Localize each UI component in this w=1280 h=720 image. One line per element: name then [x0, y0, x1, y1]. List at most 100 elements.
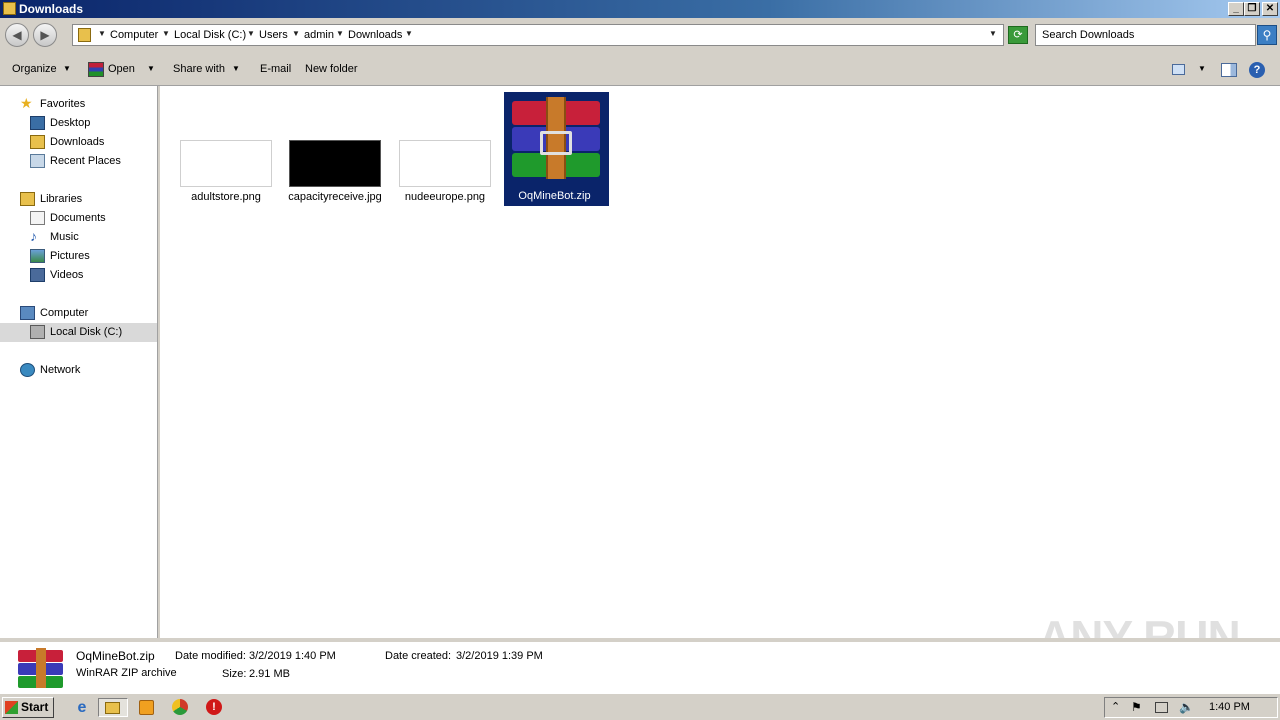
details-file-type: WinRAR ZIP archive	[76, 667, 177, 679]
back-button[interactable]: ◀	[5, 23, 29, 47]
size-label: Size:	[222, 668, 247, 680]
address-history-dropdown[interactable]: ▼	[989, 29, 997, 38]
forward-button[interactable]: ▶	[33, 23, 57, 47]
breadcrumb-users[interactable]: Users	[259, 29, 288, 41]
chevron-down-icon[interactable]: ▼	[336, 29, 344, 38]
system-tray: ⌃ ⚑ 🔈 1:40 PM	[1104, 697, 1278, 718]
file-name: adultstore.png	[191, 191, 261, 203]
file-name: nudeeurope.png	[404, 191, 486, 203]
sidebar-item-label: Computer	[40, 307, 89, 319]
search-icon[interactable]: ⚲	[1257, 25, 1277, 45]
file-item[interactable]: adultstore.png	[171, 136, 281, 206]
chevron-down-icon[interactable]: ▼	[1198, 64, 1206, 73]
chevron-down-icon[interactable]: ▼	[162, 29, 170, 38]
sidebar-item-downloads[interactable]: Downloads	[0, 133, 157, 152]
new-folder-button[interactable]: New folder	[305, 63, 358, 75]
breadcrumb-computer[interactable]: Computer	[110, 29, 158, 41]
sidebar-item-pictures[interactable]: Pictures	[0, 247, 157, 266]
open-button[interactable]: Open	[108, 63, 135, 75]
sidebar-item-documents[interactable]: Documents	[0, 209, 157, 228]
chevron-down-icon[interactable]: ▼	[232, 64, 240, 73]
media-player-icon[interactable]	[137, 698, 157, 717]
chevron-down-icon[interactable]: ▼	[292, 29, 300, 38]
chevron-down-icon[interactable]: ▼	[63, 64, 71, 73]
file-name: OqMineBot.zip	[518, 190, 591, 202]
file-item-selected[interactable]: OqMineBot.zip	[504, 92, 609, 206]
address-bar[interactable]: ▼ Computer ▼ Local Disk (C:) ▼ Users ▼ a…	[72, 24, 1004, 46]
sidebar-item-label: Libraries	[40, 193, 83, 205]
file-item[interactable]: nudeeurope.png	[390, 136, 500, 206]
flag-icon[interactable]: ⚑	[1131, 700, 1142, 714]
internet-explorer-icon[interactable]: e	[72, 698, 92, 717]
winrar-icon	[88, 62, 104, 77]
chevron-right-icon[interactable]: ▼	[98, 29, 106, 38]
sidebar-item-recent-places[interactable]: Recent Places	[0, 152, 157, 171]
location-folder-icon	[78, 28, 91, 42]
videos-icon	[30, 268, 45, 282]
date-created-value: 3/2/2019 1:39 PM	[456, 650, 543, 662]
breadcrumb-local-disk[interactable]: Local Disk (C:)	[174, 29, 246, 41]
help-icon[interactable]: ?	[1249, 62, 1265, 78]
sidebar-item-computer[interactable]: Computer	[0, 304, 157, 323]
winrar-archive-icon	[18, 648, 63, 688]
file-list: adultstore.png capacityreceive.jpg nudee…	[160, 86, 1280, 663]
sidebar-item-libraries[interactable]: Libraries	[0, 190, 157, 209]
image-thumbnail	[399, 140, 491, 187]
taskbar: Start e ! ⌃ ⚑ 🔈 1:40 PM	[0, 693, 1280, 720]
details-pane: OqMineBot.zip WinRAR ZIP archive Date mo…	[0, 638, 1280, 693]
winrar-archive-icon	[510, 97, 602, 179]
command-bar: Organize ▼ Open ▼ Share with ▼ E-mail Ne…	[0, 54, 1280, 86]
clock[interactable]: 1:40 PM	[1209, 701, 1250, 713]
sidebar-item-label: Favorites	[40, 98, 86, 110]
start-label: Start	[21, 700, 49, 714]
sidebar-item-music[interactable]: ♪ Music	[0, 228, 157, 247]
breadcrumb-admin[interactable]: admin	[304, 29, 334, 41]
sidebar-item-favorites[interactable]: ★ Favorites	[0, 95, 157, 114]
breadcrumb-downloads[interactable]: Downloads	[348, 29, 402, 41]
folder-icon	[3, 2, 16, 15]
star-icon: ★	[20, 95, 33, 111]
chevron-up-icon[interactable]: ⌃	[1111, 700, 1120, 713]
minimize-button[interactable]: _	[1228, 2, 1244, 16]
chevron-down-icon[interactable]: ▼	[405, 29, 413, 38]
explorer-taskbar-button[interactable]	[98, 698, 128, 717]
restore-button[interactable]: ❐	[1244, 2, 1260, 16]
sidebar-item-desktop[interactable]: Desktop	[0, 114, 157, 133]
preview-pane-icon[interactable]	[1221, 63, 1237, 77]
chevron-down-icon[interactable]: ▼	[147, 64, 155, 73]
window-title: Downloads	[19, 2, 84, 16]
organize-button[interactable]: Organize	[12, 63, 57, 75]
pictures-icon	[30, 249, 45, 263]
network-tray-icon[interactable]	[1155, 702, 1168, 713]
recent-places-icon	[30, 154, 45, 168]
sidebar-item-label: Documents	[50, 212, 106, 224]
image-thumbnail	[180, 140, 272, 187]
share-with-button[interactable]: Share with	[173, 63, 225, 75]
refresh-button[interactable]: ⟳	[1008, 26, 1028, 44]
computer-icon	[20, 306, 35, 320]
sidebar-item-local-disk[interactable]: Local Disk (C:)	[0, 323, 157, 342]
file-item[interactable]: capacityreceive.jpg	[280, 136, 390, 206]
libraries-icon	[20, 192, 35, 206]
date-modified-label: Date modified:	[175, 650, 246, 662]
sidebar-item-network[interactable]: Network	[0, 361, 157, 380]
address-row: ◀ ▶ ▼ Computer ▼ Local Disk (C:) ▼ Users…	[0, 18, 1280, 54]
drive-icon	[30, 325, 45, 339]
image-thumbnail	[289, 140, 381, 187]
sidebar-item-label: Downloads	[50, 136, 105, 148]
network-icon	[20, 363, 35, 377]
sidebar-item-videos[interactable]: Videos	[0, 266, 157, 285]
stop-icon[interactable]: !	[204, 698, 224, 717]
search-input[interactable]: Search Downloads	[1035, 24, 1256, 46]
volume-icon[interactable]: 🔈	[1179, 700, 1194, 714]
folder-icon	[105, 702, 120, 714]
chevron-down-icon[interactable]: ▼	[247, 29, 255, 38]
email-button[interactable]: E-mail	[260, 63, 291, 75]
view-icon[interactable]	[1172, 64, 1185, 75]
sidebar-item-label: Videos	[50, 269, 84, 281]
chrome-icon[interactable]	[170, 698, 190, 717]
desktop-icon	[30, 116, 45, 130]
sidebar-item-label: Network	[40, 364, 81, 376]
start-button[interactable]: Start	[2, 697, 54, 718]
close-button[interactable]: ✕	[1262, 2, 1278, 16]
